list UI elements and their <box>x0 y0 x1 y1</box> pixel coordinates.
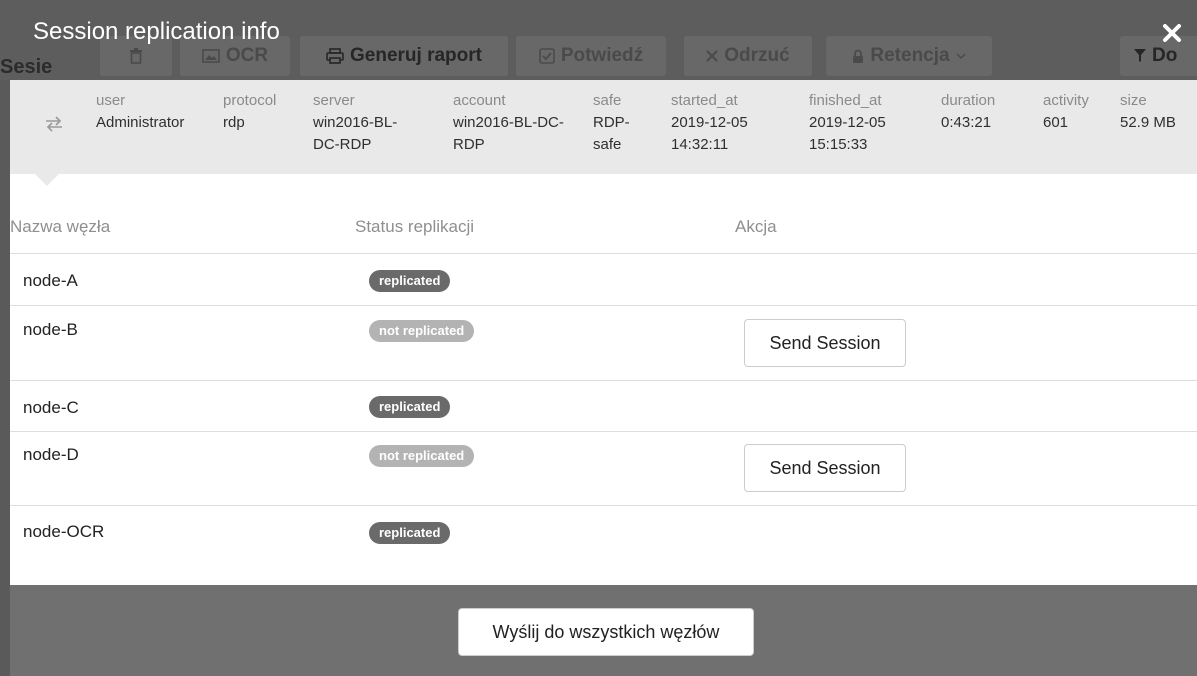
send-to-all-nodes-button[interactable]: Wyślij do wszystkich węzłów <box>458 608 754 656</box>
session-protocol: protocol rdp <box>223 92 277 131</box>
session-started-at: started_at 2019-12-05 14:32:11 <box>671 92 748 153</box>
status-badge: not replicated <box>369 445 475 467</box>
background-reject-button: Odrzuć <box>684 36 812 76</box>
session-finished-at: finished_at 2019-12-05 15:15:33 <box>809 92 886 153</box>
session-info-bar: user Administrator protocol rdp server w… <box>10 80 1197 174</box>
modal-footer: Wyślij do wszystkich węzłów <box>10 585 1197 676</box>
print-icon <box>326 48 344 64</box>
status-badge: replicated <box>369 522 451 544</box>
session-safe: safe RDP-safe <box>593 92 630 153</box>
divider <box>10 380 1197 381</box>
session-server: server win2016-BL-DC-RDP <box>313 92 398 153</box>
status-badge: replicated <box>369 396 451 418</box>
node-name: node-C <box>23 398 79 417</box>
background-section-title: Sesie <box>0 56 53 78</box>
x-icon <box>706 50 719 62</box>
lock-icon <box>852 49 864 64</box>
session-account: account win2016-BL-DC-RDP <box>453 92 564 153</box>
modal-title: Session replication info <box>33 18 280 45</box>
divider <box>10 253 1197 254</box>
status-badge: replicated <box>369 270 451 292</box>
session-size: size 52.9 MB <box>1120 92 1176 131</box>
close-icon <box>1161 24 1183 48</box>
node-name: node-D <box>23 445 79 464</box>
node-name: node-OCR <box>23 522 105 541</box>
divider <box>10 305 1197 306</box>
background-report-button: Generuj raport <box>300 36 508 76</box>
info-bar-pointer <box>35 174 59 186</box>
send-session-button[interactable]: Send Session <box>744 444 906 492</box>
node-name: node-A <box>23 271 78 290</box>
chevron-down-icon <box>956 53 966 59</box>
background-left-edge <box>0 80 10 676</box>
trash-icon <box>129 48 143 64</box>
send-session-button[interactable]: Send Session <box>744 319 906 367</box>
replication-panel: Nazwa węzła Status replikacji Akcja node… <box>10 174 1197 585</box>
status-badge: not replicated <box>369 320 475 342</box>
background-confirm-button: Potwiedź <box>516 36 666 76</box>
divider <box>10 431 1197 432</box>
divider <box>10 505 1197 506</box>
column-header-status: Status replikacji <box>355 217 475 236</box>
check-square-icon <box>539 48 555 64</box>
session-user: user Administrator <box>96 92 185 131</box>
filter-icon <box>1134 49 1146 63</box>
close-button[interactable] <box>1161 22 1183 44</box>
background-retention-button: Retencja <box>826 36 992 76</box>
column-header-node: Nazwa węzła <box>10 217 111 236</box>
swap-icon <box>44 116 64 132</box>
session-duration: duration 0:43:21 <box>941 92 996 131</box>
node-name: node-B <box>23 320 78 339</box>
background-filter-button: Do <box>1120 36 1197 76</box>
column-header-action: Akcja <box>735 217 777 236</box>
image-icon <box>202 49 220 63</box>
session-activity: activity 601 <box>1043 92 1089 131</box>
